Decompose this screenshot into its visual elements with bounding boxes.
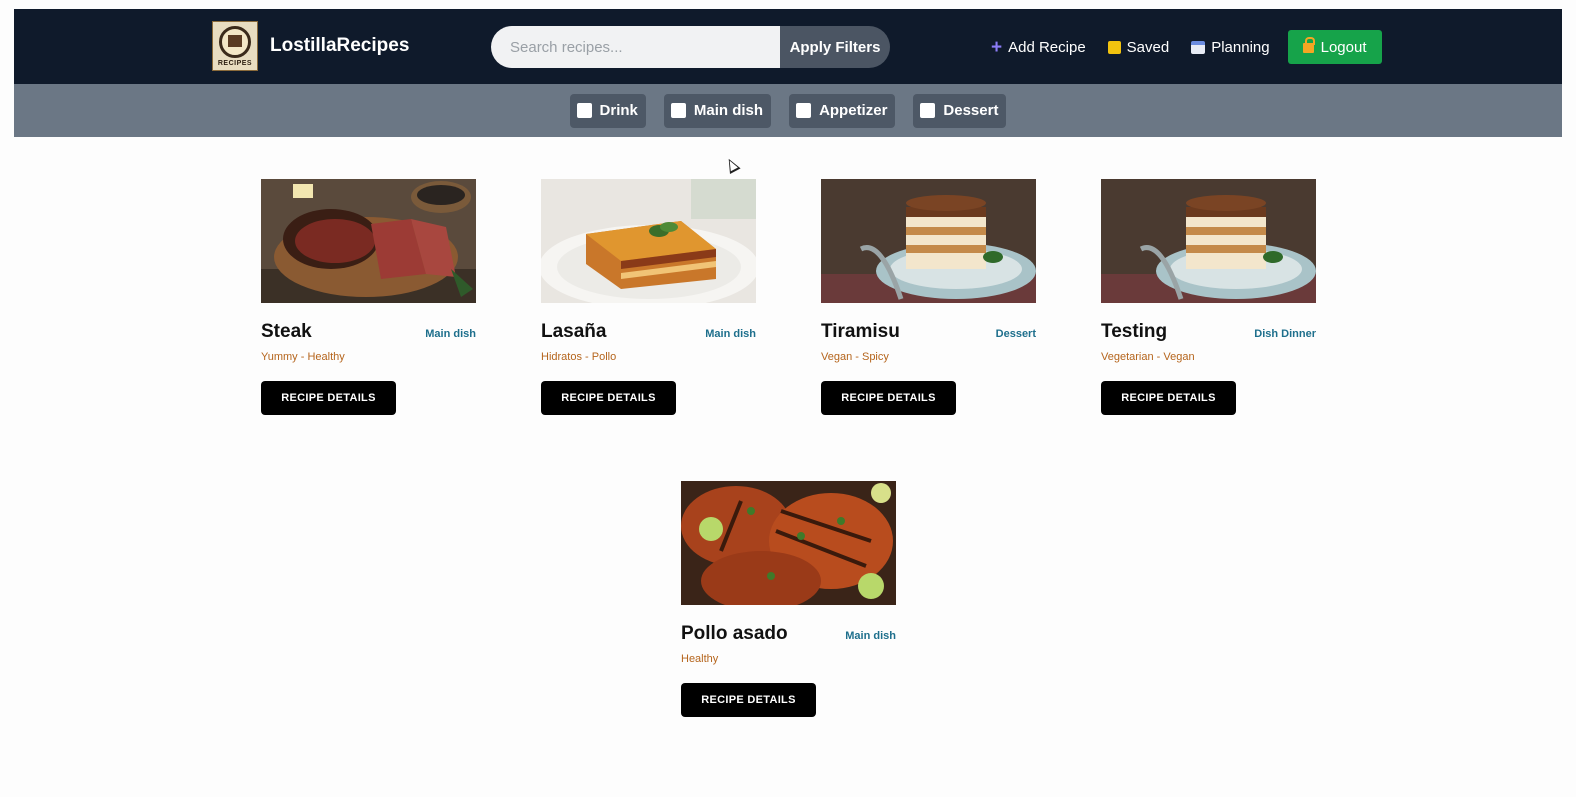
recipe-title: Pollo asado — [681, 623, 788, 644]
recipe-details-button[interactable]: RECIPE DETAILS — [821, 381, 956, 415]
app-frame: RECIPES LostillaRecipes Apply Filters + … — [14, 9, 1562, 137]
recipe-title: Tiramisu — [821, 321, 900, 342]
checkbox[interactable] — [670, 103, 686, 118]
recipe-category: Main dish — [845, 630, 896, 642]
recipe-image-tiramisu[interactable] — [821, 179, 1036, 303]
recipe-image-tiramisu[interactable] — [1101, 179, 1316, 303]
logo-icon: RECIPES — [212, 21, 258, 71]
filter-label: Appetizer — [819, 102, 888, 119]
recipe-title: Lasaña — [541, 321, 607, 342]
recipe-card: Testing Dish Dinner Vegetarian - Vegan R… — [1101, 179, 1316, 415]
recipe-details-button[interactable]: RECIPE DETAILS — [681, 683, 816, 717]
brand[interactable]: RECIPES LostillaRecipes — [212, 21, 409, 71]
nav-links: + Add Recipe Saved Planning Logout — [991, 26, 1382, 68]
checkbox[interactable] — [920, 103, 936, 118]
recipe-category: Main dish — [425, 328, 476, 340]
recipe-card: Steak Main dish Yummy - Healthy RECIPE D… — [261, 179, 476, 415]
search-bar: Apply Filters — [491, 26, 890, 68]
filter-appetizer[interactable]: Appetizer — [789, 93, 896, 128]
filter-main-dish[interactable]: Main dish — [663, 93, 772, 128]
planning-label: Planning — [1211, 38, 1270, 56]
filter-dessert[interactable]: Dessert — [913, 93, 1007, 128]
recipe-tags: Healthy — [681, 653, 719, 665]
unlock-icon — [1302, 37, 1315, 53]
recipe-card: Lasaña Main dish Hidratos - Pollo RECIPE… — [541, 179, 756, 415]
recipe-card: Pollo asado Main dish Healthy RECIPE DET… — [681, 481, 896, 717]
recipe-details-button[interactable]: RECIPE DETAILS — [541, 381, 676, 415]
checkbox[interactable] — [796, 103, 812, 118]
recipe-tags: Vegetarian - Vegan — [1101, 351, 1195, 363]
logout-label: Logout — [1320, 38, 1367, 56]
mouse-cursor-icon — [723, 156, 741, 174]
recipe-card: Tiramisu Dessert Vegan - Spicy RECIPE DE… — [821, 179, 1036, 415]
filter-bar: Drink Main dish Appetizer Dessert — [14, 84, 1562, 137]
recipe-image-steak[interactable] — [261, 179, 476, 303]
logout-button[interactable]: Logout — [1287, 30, 1382, 64]
recipe-tags: Hidratos - Pollo — [541, 351, 617, 363]
calendar-icon — [1191, 40, 1206, 54]
navbar: RECIPES LostillaRecipes Apply Filters + … — [14, 9, 1562, 84]
add-recipe-label: Add Recipe — [1008, 38, 1086, 56]
recipe-tags: Vegan - Spicy — [821, 351, 889, 363]
recipe-category: Dessert — [995, 328, 1036, 340]
note-icon — [1107, 40, 1121, 54]
saved-label: Saved — [1126, 38, 1170, 56]
filter-label: Dessert — [943, 102, 999, 119]
recipe-category: Main dish — [705, 328, 756, 340]
recipe-title: Testing — [1101, 321, 1168, 342]
recipe-title: Steak — [261, 321, 312, 342]
filter-drink[interactable]: Drink — [569, 93, 646, 128]
apply-filters-button[interactable]: Apply Filters — [780, 26, 890, 68]
checkbox[interactable] — [576, 103, 592, 118]
logo-text: RECIPES — [217, 60, 253, 67]
recipe-details-button[interactable]: RECIPE DETAILS — [1101, 381, 1236, 415]
search-input[interactable] — [491, 26, 780, 68]
recipe-category: Dish Dinner — [1254, 328, 1316, 340]
filter-label: Drink — [599, 102, 638, 119]
recipe-image-chicken[interactable] — [681, 481, 896, 605]
saved-link[interactable]: Saved — [1107, 38, 1170, 56]
planning-link[interactable]: Planning — [1191, 38, 1270, 56]
recipe-image-lasagna[interactable] — [541, 179, 756, 303]
plus-icon: + — [991, 36, 1003, 58]
filter-label: Main dish — [693, 102, 764, 119]
recipe-details-button[interactable]: RECIPE DETAILS — [261, 381, 396, 415]
add-recipe-link[interactable]: + Add Recipe — [991, 38, 1086, 57]
brand-name: LostillaRecipes — [270, 35, 410, 56]
recipe-tags: Yummy - Healthy — [261, 351, 345, 363]
